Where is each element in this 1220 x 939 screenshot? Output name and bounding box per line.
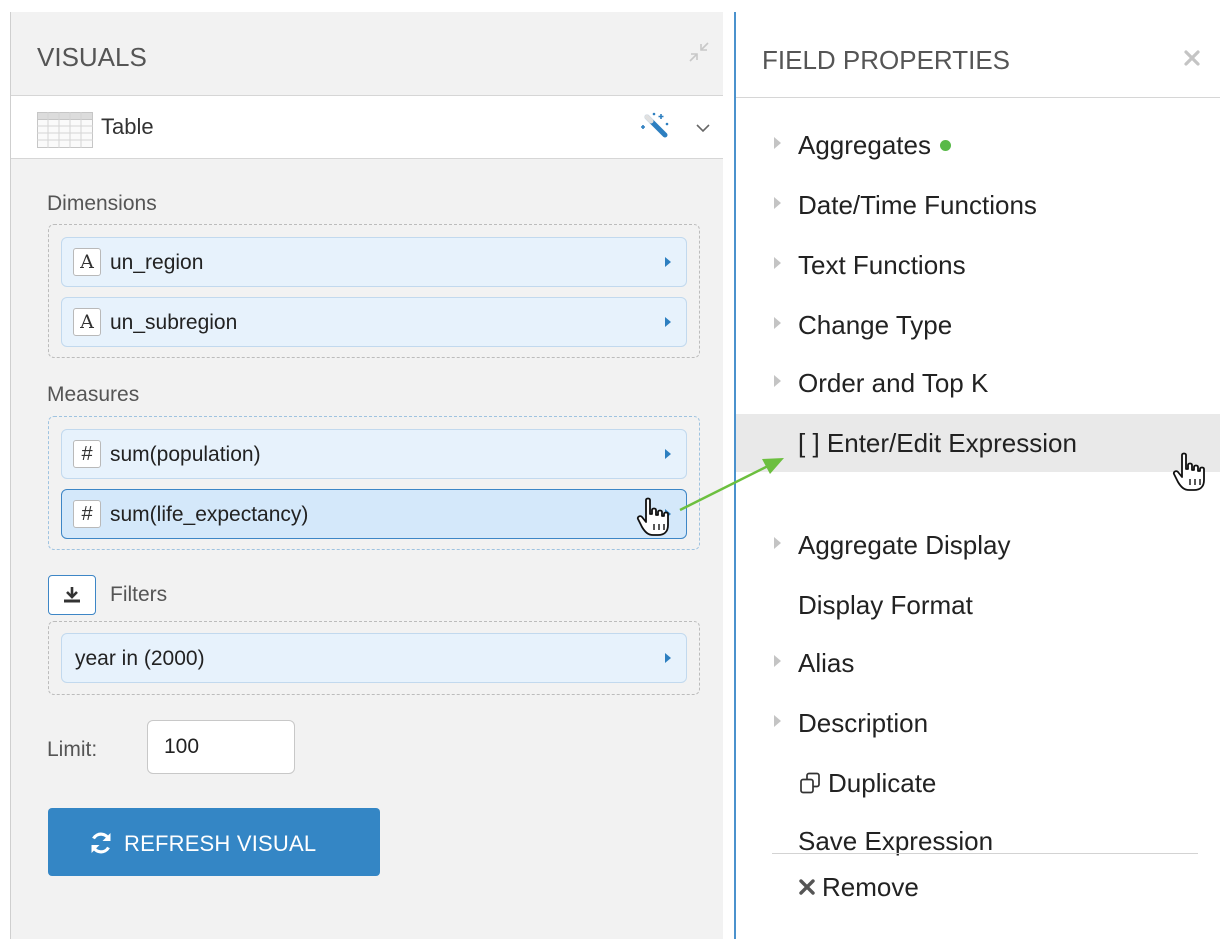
dimension-pill-un-subregion[interactable]: A un_subregion: [61, 297, 687, 347]
menu-item-change-type[interactable]: Change Type: [736, 296, 1220, 354]
chevron-down-icon[interactable]: [695, 122, 711, 134]
dimensions-label: Dimensions: [47, 192, 157, 215]
menu-item-aggregate-display[interactable]: Aggregate Display: [736, 516, 1220, 574]
field-properties-title: FIELD PROPERTIES: [762, 45, 1011, 75]
caret-right-icon: [774, 655, 781, 667]
number-type-icon: #: [73, 500, 101, 528]
dimensions-shelf[interactable]: A un_region A un_subregion: [48, 224, 700, 358]
caret-right-icon: [774, 715, 781, 727]
menu-item-label: Text Functions: [798, 250, 966, 280]
duplicate-icon: [800, 772, 820, 794]
field-name: un_region: [110, 251, 204, 274]
caret-right-icon: [774, 317, 781, 329]
caret-right-icon: [774, 257, 781, 269]
dimension-pill-un-region[interactable]: A un_region: [61, 237, 687, 287]
field-properties-header: FIELD PROPERTIES: [736, 12, 1220, 98]
filter-expression: year in (2000): [75, 647, 205, 670]
measure-pill-sum-population[interactable]: # sum(population): [61, 429, 687, 479]
collapse-icon[interactable]: [687, 40, 711, 64]
magic-wand-icon[interactable]: [639, 111, 673, 141]
menu-divider: [772, 853, 1198, 854]
limit-label: Limit:: [47, 738, 98, 761]
menu-item-label: Description: [798, 708, 929, 738]
filters-label: Filters: [110, 583, 168, 606]
close-icon[interactable]: [1182, 48, 1202, 68]
caret-right-icon: [774, 137, 781, 149]
visual-type-label: Table: [101, 114, 154, 139]
refresh-icon: [91, 832, 111, 854]
menu-item-date-time-functions[interactable]: Date/Time Functions: [736, 176, 1220, 234]
menu-item-text-functions[interactable]: Text Functions: [736, 236, 1220, 294]
visuals-panel: VISUALS Table Dimensions A un_region A u…: [10, 12, 723, 939]
menu-item-description[interactable]: Description: [736, 694, 1220, 752]
text-type-icon: A: [73, 308, 101, 336]
menu-item-label: [ ] Enter/Edit Expression: [798, 428, 1077, 458]
menu-item-label: Aggregate Display: [798, 530, 1011, 560]
number-type-icon: #: [73, 440, 101, 468]
refresh-visual-button[interactable]: REFRESH VISUAL: [48, 808, 380, 876]
menu-item-label: Change Type: [798, 310, 953, 340]
field-name: un_subregion: [110, 311, 238, 334]
visual-type-selector[interactable]: Table: [11, 96, 723, 159]
measure-pill-sum-life-expectancy[interactable]: # sum(life_expectancy): [61, 489, 687, 539]
menu-item-label: Aggregates: [798, 130, 951, 161]
text-type-icon: A: [73, 248, 101, 276]
menu-item-order-and-top-k[interactable]: Order and Top K: [736, 354, 1220, 412]
menu-item-label: Date/Time Functions: [798, 190, 1037, 220]
menu-item-duplicate[interactable]: Duplicate: [736, 754, 1220, 812]
field-name: sum(population): [110, 443, 261, 466]
aggregates-text: Aggregates: [798, 130, 931, 160]
menu-item-display-format[interactable]: Display Format: [736, 576, 1220, 634]
caret-right-icon: [774, 197, 781, 209]
table-icon: [37, 112, 93, 148]
filter-pill-year[interactable]: year in (2000): [61, 633, 687, 683]
measures-shelf[interactable]: # sum(population) # sum(life_expectancy): [48, 416, 700, 550]
download-icon: [64, 587, 80, 603]
measures-label: Measures: [47, 383, 140, 406]
caret-right-icon: [774, 375, 781, 387]
menu-item-label: Order and Top K: [798, 368, 989, 398]
field-properties-panel: FIELD PROPERTIES Aggregates Date/Time Fu…: [734, 12, 1220, 939]
caret-right-icon[interactable]: [664, 652, 672, 664]
active-indicator-dot: [939, 140, 951, 151]
visuals-header: VISUALS: [11, 12, 723, 96]
filters-shelf[interactable]: year in (2000): [48, 621, 700, 695]
hand-pointer-icon: [1172, 452, 1205, 491]
menu-item-label: Duplicate: [828, 768, 937, 798]
menu-item-aggregates[interactable]: Aggregates: [736, 116, 1220, 174]
filter-download-button[interactable]: [48, 575, 96, 615]
remove-x-icon: [799, 879, 815, 895]
caret-right-icon[interactable]: [664, 256, 672, 268]
menu-item-label: Display Format: [798, 590, 973, 620]
field-name: sum(life_expectancy): [110, 503, 309, 526]
hand-pointer-icon: [636, 497, 669, 536]
menu-item-alias[interactable]: Alias: [736, 634, 1220, 692]
menu-item-enter-edit-expression[interactable]: [ ] Enter/Edit Expression: [736, 414, 1220, 472]
menu-item-remove[interactable]: Remove: [736, 858, 1220, 916]
menu-item-label: Alias: [798, 648, 855, 678]
limit-input[interactable]: [147, 720, 295, 774]
menu-item-label: Remove: [822, 872, 919, 902]
caret-right-icon[interactable]: [664, 316, 672, 328]
visuals-title: VISUALS: [37, 42, 147, 72]
caret-right-icon: [774, 537, 781, 549]
refresh-visual-label: REFRESH VISUAL: [124, 831, 317, 856]
caret-right-icon[interactable]: [664, 448, 672, 460]
